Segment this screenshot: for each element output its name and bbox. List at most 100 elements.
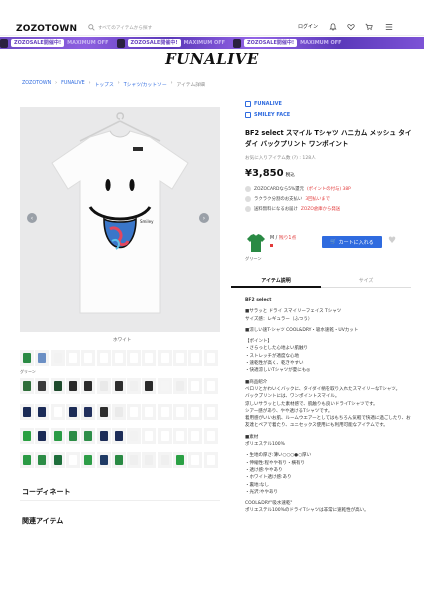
info-line[interactable]: 送料無料になるお届け ZOZO倉庫から発送: [245, 206, 340, 212]
stock-indicator: [270, 244, 273, 247]
product-thumbnail[interactable]: [188, 404, 203, 420]
breadcrumb-item[interactable]: Tシャツ/カットソー: [124, 81, 167, 88]
product-thumbnail[interactable]: [173, 350, 187, 366]
product-thumbnail[interactable]: [50, 378, 65, 394]
zozotown-logo[interactable]: ZOZOTOWN: [16, 24, 77, 34]
thumbnail-swatch: [130, 407, 139, 417]
product-thumbnail[interactable]: [142, 378, 157, 394]
add-to-cart-button[interactable]: 🛒 カートに入れる: [322, 236, 382, 248]
product-thumbnail[interactable]: [81, 428, 96, 444]
product-thumbnail[interactable]: [203, 378, 218, 394]
product-thumbnail[interactable]: [157, 404, 172, 420]
product-thumbnail[interactable]: [127, 350, 142, 366]
product-thumbnail[interactable]: [35, 350, 50, 366]
product-thumbnail[interactable]: [35, 378, 50, 394]
product-thumbnail[interactable]: [188, 452, 203, 468]
brand-link[interactable]: FUNALIVE: [245, 101, 282, 107]
sub-brand-link[interactable]: SMILEY FACE: [245, 112, 290, 118]
thumbnail-swatch: [38, 407, 47, 417]
product-thumbnail[interactable]: [20, 452, 34, 468]
menu-icon[interactable]: [384, 22, 394, 32]
product-thumbnail[interactable]: [173, 404, 187, 420]
breadcrumb-item[interactable]: FUNALIVE: [61, 81, 85, 88]
product-thumbnail[interactable]: [81, 404, 96, 420]
product-thumbnail[interactable]: [81, 378, 96, 394]
product-thumbnail[interactable]: [188, 350, 203, 366]
heart-icon[interactable]: [346, 22, 356, 32]
breadcrumb-item[interactable]: ZOZOTOWN: [22, 81, 51, 88]
product-thumbnail[interactable]: [20, 378, 34, 394]
product-thumbnail[interactable]: [188, 378, 203, 394]
product-thumbnail[interactable]: [203, 428, 218, 444]
product-thumbnail[interactable]: [142, 350, 157, 366]
product-thumbnail[interactable]: [157, 452, 172, 468]
product-thumbnail[interactable]: [81, 452, 96, 468]
product-thumbnail[interactable]: [35, 428, 50, 444]
product-thumbnail[interactable]: [96, 350, 111, 366]
cart-icon[interactable]: [364, 22, 374, 32]
product-thumbnail[interactable]: [81, 350, 96, 366]
product-thumbnail[interactable]: [157, 350, 172, 366]
prev-image-button[interactable]: ‹: [27, 213, 37, 223]
product-thumbnail[interactable]: [65, 378, 80, 394]
product-thumbnail[interactable]: [50, 428, 65, 444]
description-line: ・ホワイト透け感:あり: [245, 475, 292, 481]
product-thumbnail[interactable]: [35, 452, 50, 468]
product-thumbnail[interactable]: [50, 404, 65, 420]
product-thumbnail[interactable]: [96, 428, 111, 444]
brand-name: FUNALIVE: [254, 101, 282, 107]
product-thumbnail[interactable]: [96, 378, 111, 394]
tab-item-description[interactable]: アイテム説明: [231, 274, 321, 288]
product-thumbnail[interactable]: [203, 350, 218, 366]
product-thumbnail[interactable]: [203, 404, 218, 420]
product-thumbnail[interactable]: [65, 452, 80, 468]
product-thumbnail[interactable]: [173, 428, 187, 444]
product-thumbnail[interactable]: [173, 378, 187, 394]
color-swatch-green[interactable]: [245, 232, 267, 254]
product-thumbnail[interactable]: [65, 350, 80, 366]
product-thumbnail[interactable]: [203, 452, 218, 468]
product-thumbnail[interactable]: [142, 404, 157, 420]
product-thumbnail[interactable]: [50, 350, 65, 366]
next-image-button[interactable]: ›: [199, 213, 209, 223]
product-thumbnail[interactable]: [157, 378, 172, 394]
product-thumbnail[interactable]: [65, 404, 80, 420]
product-thumbnail[interactable]: [65, 428, 80, 444]
shop-title[interactable]: FUNALIVE: [0, 50, 424, 70]
info-highlight: 3回払いまで: [305, 197, 331, 202]
product-thumbnail[interactable]: [127, 428, 142, 444]
tab-size[interactable]: サイズ: [321, 274, 411, 288]
product-thumbnail[interactable]: [35, 404, 50, 420]
banner-label: MAXIMUM OFF: [183, 40, 226, 46]
product-thumbnail[interactable]: [111, 428, 126, 444]
product-thumbnail[interactable]: [50, 452, 65, 468]
login-link[interactable]: ログイン: [298, 23, 318, 30]
thumbnail-swatch: [84, 407, 93, 417]
product-thumbnail[interactable]: [188, 428, 203, 444]
info-line[interactable]: ZOZOCARDなら5%還元 (ポイントの付与) 38P: [245, 186, 351, 192]
product-thumbnail[interactable]: [111, 350, 126, 366]
search-input[interactable]: すべてのアイテムから探す: [88, 22, 258, 34]
main-product-image[interactable]: Smiley: [20, 107, 220, 332]
product-thumbnail[interactable]: [127, 404, 142, 420]
product-thumbnail[interactable]: [157, 428, 172, 444]
product-thumbnail[interactable]: [20, 428, 34, 444]
product-thumbnail[interactable]: [127, 378, 142, 394]
product-thumbnail[interactable]: [96, 452, 111, 468]
product-thumbnail[interactable]: [142, 452, 157, 468]
product-thumbnail[interactable]: [20, 404, 34, 420]
sale-banner[interactable]: ZOZOSALE開催中! MAXIMUM OFF ZOZOSALE開催中! MAXI…: [0, 37, 424, 49]
product-thumbnail[interactable]: [127, 452, 142, 468]
favorite-heart-icon[interactable]: ♥: [388, 236, 396, 246]
tag-icon: [245, 112, 251, 118]
product-thumbnail[interactable]: [111, 378, 126, 394]
product-thumbnail[interactable]: [96, 404, 111, 420]
bell-icon[interactable]: [328, 22, 338, 32]
info-line[interactable]: ラクラク分割のお支払い 3回払いまで: [245, 196, 330, 202]
breadcrumb-item[interactable]: トップス: [95, 81, 114, 88]
product-thumbnail[interactable]: [111, 452, 126, 468]
product-thumbnail[interactable]: [142, 428, 157, 444]
product-thumbnail[interactable]: [20, 350, 34, 366]
product-thumbnail[interactable]: [111, 404, 126, 420]
product-thumbnail[interactable]: [173, 452, 187, 468]
